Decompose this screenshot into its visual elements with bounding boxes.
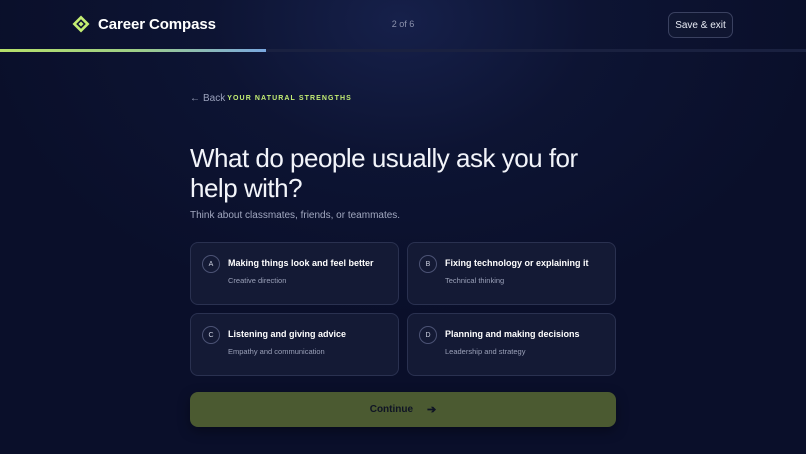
option-subtitle: Leadership and strategy — [445, 347, 526, 356]
option-title: Planning and making decisions — [445, 329, 580, 339]
option-letter-badge: B — [419, 255, 437, 273]
question-hint: Think about classmates, friends, or team… — [190, 210, 401, 221]
save-and-exit-button[interactable]: Save & exit — [668, 12, 733, 38]
progress-bar — [0, 49, 806, 52]
option-letter-badge: C — [202, 326, 220, 344]
option-c[interactable]: C Listening and giving advice Empathy an… — [190, 313, 399, 376]
back-link[interactable]: ← Back — [190, 93, 225, 104]
back-label: Back — [203, 93, 226, 104]
top-bar: Career Compass 2 of 6 Save & exit — [0, 0, 806, 51]
option-a[interactable]: A Making things look and feel better Cre… — [190, 242, 399, 305]
option-title: Listening and giving advice — [228, 329, 347, 339]
arrow-left-icon: ← — [190, 93, 200, 104]
question-nav: ← Back YOUR NATURAL STRENGTHS — [190, 93, 352, 104]
option-title: Fixing technology or explaining it — [445, 258, 589, 268]
progress-fill — [0, 49, 266, 52]
option-subtitle: Creative direction — [228, 276, 287, 285]
option-subtitle: Technical thinking — [445, 276, 505, 285]
option-title: Making things look and feel better — [228, 258, 374, 268]
continue-label: Continue — [369, 404, 414, 415]
continue-button[interactable]: Continue ➔ — [190, 392, 616, 427]
option-letter-badge: D — [419, 326, 437, 344]
section-label: YOUR NATURAL STRENGTHS — [227, 95, 352, 102]
arrow-right-icon: ➔ — [427, 404, 437, 416]
option-subtitle: Empathy and communication — [228, 347, 325, 356]
option-letter-badge: A — [202, 255, 220, 273]
question-title: What do people usually ask you for help … — [190, 143, 578, 203]
option-b[interactable]: B Fixing technology or explaining it Tec… — [407, 242, 616, 305]
option-d[interactable]: D Planning and making decisions Leadersh… — [407, 313, 616, 376]
